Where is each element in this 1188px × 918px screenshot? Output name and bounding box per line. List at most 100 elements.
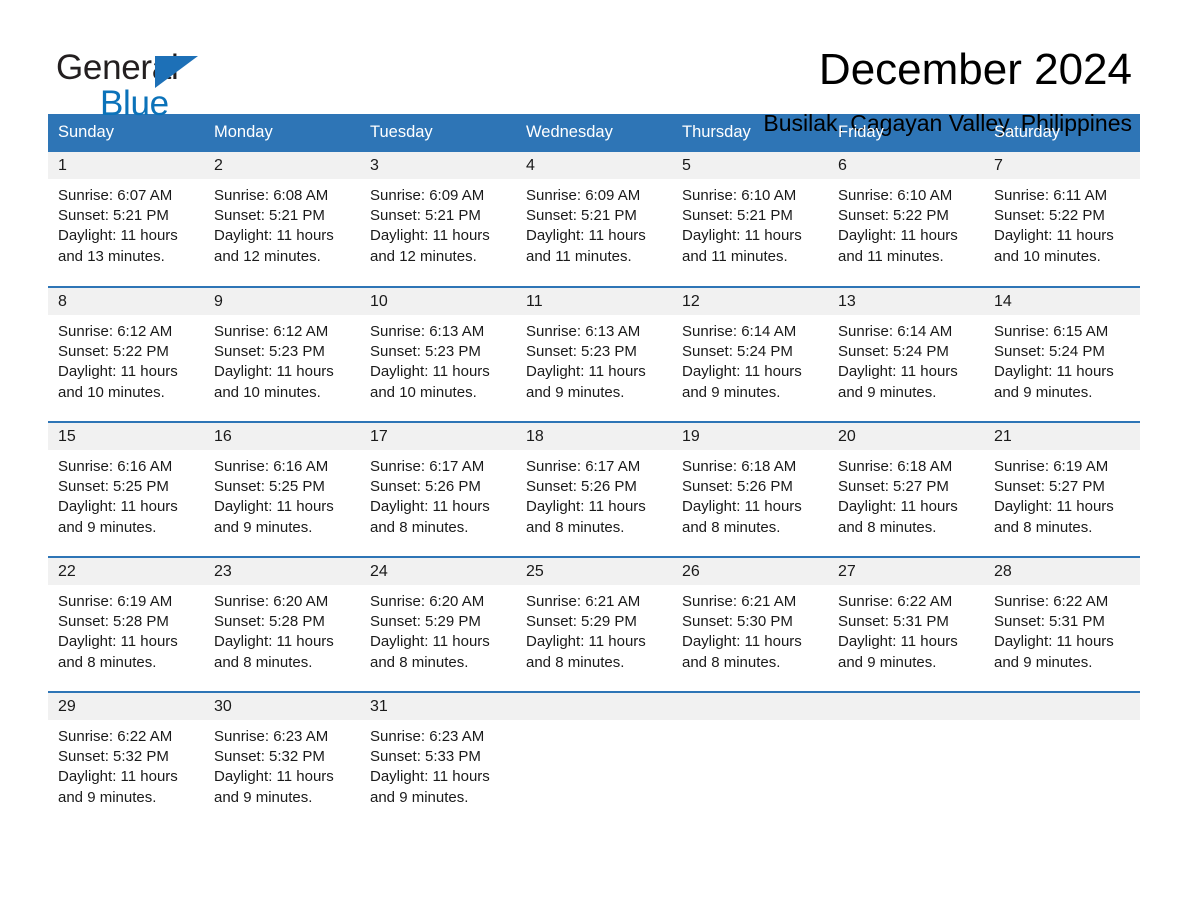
daylight-text-line2: and 8 minutes.	[526, 518, 625, 536]
day-number: 6	[838, 157, 847, 174]
sunrise-text: Sunrise: 6:13 AM	[526, 323, 641, 340]
day-number: 7	[994, 157, 1003, 174]
day-cell[interactable]: 30 Sunrise: 6:23 AM Sunset: 5:32 PM Dayligh…	[204, 691, 360, 827]
day-cell[interactable]: 2 Sunrise: 6:08 AM Sunset: 5:21 PM Daylight…	[204, 152, 360, 287]
generalblue-logo[interactable]: General Blue	[56, 44, 316, 122]
daylight-text-line1: Daylight: 11 hours	[214, 363, 334, 381]
daylight-text-line2: and 8 minutes.	[526, 653, 625, 671]
day-cell[interactable]: 11 Sunrise: 6:13 AM Sunset: 5:23 PM Dayligh…	[516, 286, 672, 422]
sunset-text: Sunset: 5:30 PM	[682, 613, 793, 631]
sunrise-text: Sunrise: 6:19 AM	[58, 593, 173, 610]
weekday-header-tuesday: Tuesday	[360, 114, 516, 152]
day-cell[interactable]: 3 Sunrise: 6:09 AM Sunset: 5:21 PM Daylight…	[360, 152, 516, 287]
sunrise-text: Sunrise: 6:15 AM	[994, 323, 1109, 340]
day-cell[interactable]: 28 Sunrise: 6:22 AM Sunset: 5:31 PM Dayligh…	[984, 556, 1140, 692]
day-cell[interactable]: 1 Sunrise: 6:07 AM Sunset: 5:21 PM Daylight…	[48, 152, 204, 287]
daylight-text-line1: Daylight: 11 hours	[370, 227, 490, 245]
logo-triangle-icon	[155, 56, 198, 88]
daylight-text-line2: and 8 minutes.	[370, 653, 469, 671]
daylight-text-line1: Daylight: 11 hours	[58, 498, 178, 516]
day-cell[interactable]: 4 Sunrise: 6:09 AM Sunset: 5:21 PM Daylight…	[516, 152, 672, 287]
day-cell-empty	[828, 691, 984, 827]
day-cell[interactable]: 29 Sunrise: 6:22 AM Sunset: 5:32 PM Dayligh…	[48, 691, 204, 827]
daylight-text-line1: Daylight: 11 hours	[370, 498, 490, 516]
day-cell[interactable]: 18 Sunrise: 6:17 AM Sunset: 5:26 PM Dayligh…	[516, 421, 672, 557]
day-number: 4	[526, 157, 535, 174]
daylight-text-line1: Daylight: 11 hours	[58, 768, 178, 786]
daylight-text-line2: and 9 minutes.	[994, 383, 1093, 401]
sunset-text: Sunset: 5:25 PM	[58, 478, 169, 496]
day-number: 1	[58, 157, 67, 174]
sunrise-text: Sunrise: 6:22 AM	[838, 593, 953, 610]
sunrise-text: Sunrise: 6:10 AM	[682, 187, 797, 204]
sunrise-text: Sunrise: 6:22 AM	[58, 728, 173, 745]
day-cell[interactable]: 13 Sunrise: 6:14 AM Sunset: 5:24 PM Dayligh…	[828, 286, 984, 422]
day-number: 25	[526, 563, 544, 580]
day-cell[interactable]: 5 Sunrise: 6:10 AM Sunset: 5:21 PM Daylight…	[672, 152, 828, 287]
day-number: 30	[214, 698, 232, 715]
daylight-text-line1: Daylight: 11 hours	[994, 363, 1114, 381]
day-number: 23	[214, 563, 232, 580]
daylight-text-line1: Daylight: 11 hours	[370, 363, 490, 381]
day-number: 9	[214, 293, 223, 310]
day-number: 29	[58, 698, 76, 715]
page-title: December 2024	[818, 45, 1132, 94]
daylight-text-line1: Daylight: 11 hours	[994, 498, 1114, 516]
daylight-text-line2: and 8 minutes.	[58, 653, 157, 671]
day-cell[interactable]: 15 Sunrise: 6:16 AM Sunset: 5:25 PM Dayligh…	[48, 421, 204, 557]
day-cell[interactable]: 19 Sunrise: 6:18 AM Sunset: 5:26 PM Dayligh…	[672, 421, 828, 557]
daylight-text-line1: Daylight: 11 hours	[58, 227, 178, 245]
sunset-text: Sunset: 5:24 PM	[838, 343, 949, 361]
sunset-text: Sunset: 5:22 PM	[994, 207, 1105, 225]
sunset-text: Sunset: 5:21 PM	[682, 207, 793, 225]
daylight-text-line1: Daylight: 11 hours	[58, 633, 178, 651]
daylight-text-line1: Daylight: 11 hours	[682, 633, 802, 651]
day-number: 21	[994, 428, 1012, 445]
day-cell[interactable]: 7 Sunrise: 6:11 AM Sunset: 5:22 PM Daylight…	[984, 152, 1140, 287]
daylight-text-line2: and 9 minutes.	[526, 383, 625, 401]
daylight-text-line2: and 11 minutes.	[682, 247, 788, 265]
daylight-text-line2: and 13 minutes.	[58, 247, 165, 265]
sunrise-text: Sunrise: 6:08 AM	[214, 187, 329, 204]
daylight-text-line2: and 10 minutes.	[370, 383, 477, 401]
day-cell[interactable]: 6 Sunrise: 6:10 AM Sunset: 5:22 PM Daylight…	[828, 152, 984, 287]
sunset-text: Sunset: 5:21 PM	[58, 207, 169, 225]
day-cell-empty	[984, 691, 1140, 827]
day-cell[interactable]: 16 Sunrise: 6:16 AM Sunset: 5:25 PM Dayligh…	[204, 421, 360, 557]
sunrise-text: Sunrise: 6:13 AM	[370, 323, 485, 340]
day-number: 13	[838, 293, 856, 310]
sunrise-text: Sunrise: 6:19 AM	[994, 458, 1109, 475]
day-cell[interactable]: 21 Sunrise: 6:19 AM Sunset: 5:27 PM Dayligh…	[984, 421, 1140, 557]
day-cell[interactable]: 8 Sunrise: 6:12 AM Sunset: 5:22 PM Daylight…	[48, 286, 204, 422]
day-number: 14	[994, 293, 1012, 310]
day-number: 28	[994, 563, 1012, 580]
day-cell[interactable]: 17 Sunrise: 6:17 AM Sunset: 5:26 PM Dayligh…	[360, 421, 516, 557]
day-cell-empty	[516, 691, 672, 827]
daylight-text-line2: and 11 minutes.	[526, 247, 632, 265]
day-cell[interactable]: 12 Sunrise: 6:14 AM Sunset: 5:24 PM Dayligh…	[672, 286, 828, 422]
day-number: 16	[214, 428, 232, 445]
day-cell[interactable]: 26 Sunrise: 6:21 AM Sunset: 5:30 PM Dayligh…	[672, 556, 828, 692]
day-cell[interactable]: 24 Sunrise: 6:20 AM Sunset: 5:29 PM Dayligh…	[360, 556, 516, 692]
daylight-text-line1: Daylight: 11 hours	[526, 633, 646, 651]
day-cell[interactable]: 31 Sunrise: 6:23 AM Sunset: 5:33 PM Dayligh…	[360, 691, 516, 827]
day-number: 15	[58, 428, 76, 445]
calendar-body: 1 Sunrise: 6:07 AM Sunset: 5:21 PM Daylight…	[48, 152, 1140, 827]
day-cell[interactable]: 10 Sunrise: 6:13 AM Sunset: 5:23 PM Dayligh…	[360, 286, 516, 422]
sunset-text: Sunset: 5:32 PM	[58, 748, 169, 766]
day-cell[interactable]: 20 Sunrise: 6:18 AM Sunset: 5:27 PM Dayligh…	[828, 421, 984, 557]
daylight-text-line1: Daylight: 11 hours	[838, 498, 958, 516]
page-header: General Blue December 2024 Busilak, Caga…	[0, 0, 1188, 136]
day-cell[interactable]: 23 Sunrise: 6:20 AM Sunset: 5:28 PM Dayligh…	[204, 556, 360, 692]
day-cell[interactable]: 14 Sunrise: 6:15 AM Sunset: 5:24 PM Dayligh…	[984, 286, 1140, 422]
day-cell[interactable]: 25 Sunrise: 6:21 AM Sunset: 5:29 PM Dayligh…	[516, 556, 672, 692]
daylight-text-line2: and 8 minutes.	[682, 653, 781, 671]
day-cell[interactable]: 27 Sunrise: 6:22 AM Sunset: 5:31 PM Dayligh…	[828, 556, 984, 692]
day-number: 22	[58, 563, 76, 580]
daylight-text-line2: and 9 minutes.	[58, 788, 157, 806]
day-cell[interactable]: 22 Sunrise: 6:19 AM Sunset: 5:28 PM Dayligh…	[48, 556, 204, 692]
day-cell[interactable]: 9 Sunrise: 6:12 AM Sunset: 5:23 PM Daylight…	[204, 286, 360, 422]
sunrise-text: Sunrise: 6:20 AM	[370, 593, 485, 610]
daylight-text-line2: and 12 minutes.	[370, 247, 477, 265]
sunset-text: Sunset: 5:29 PM	[526, 613, 637, 631]
